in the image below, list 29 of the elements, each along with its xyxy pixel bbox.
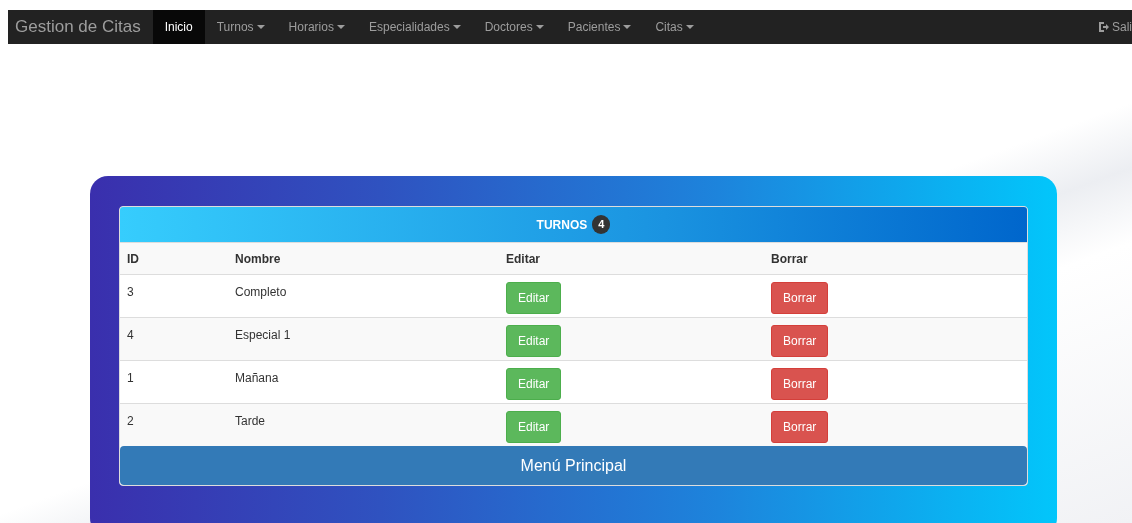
nav-link[interactable]: Citas [643,10,706,44]
main-menu-button[interactable]: Menú Principal [120,446,1027,485]
table-cell-text: 1 [127,370,135,387]
nav-link[interactable]: Turnos [204,10,277,44]
column-header: ID [127,250,140,268]
logout-link[interactable]: Sali [1097,10,1132,44]
nav-link[interactable]: Especialidades [356,10,473,44]
table-cell-text: 3 [127,284,135,301]
delete-button[interactable]: Borrar [771,368,829,400]
delete-button[interactable]: Borrar [771,325,829,357]
column-header: Editar [506,250,541,268]
nav-link[interactable]: Inicio [152,10,205,44]
column-header: Borrar [771,250,809,268]
table-cell-text: Completo [235,284,288,301]
count-badge: 4 [592,215,611,234]
table-title: TURNOS [536,216,588,234]
table-cell-text: 2 [127,413,135,430]
delete-button[interactable]: Borrar [771,411,829,443]
delete-button[interactable]: Borrar [771,282,829,314]
nav-link[interactable]: Doctores [472,10,556,44]
table-cell-text: Mañana [235,370,280,387]
nav-link[interactable]: Horarios [276,10,357,44]
table-cell-text: Especial 1 [235,327,292,344]
column-header: Nombre [235,250,282,268]
logout-icon [1097,21,1109,33]
nav-link[interactable]: Pacientes [555,10,644,44]
brand-link[interactable]: Gestion de Citas [8,10,153,44]
table-cell-text: Tarde [235,413,267,430]
table-cell-text: 4 [127,327,135,344]
